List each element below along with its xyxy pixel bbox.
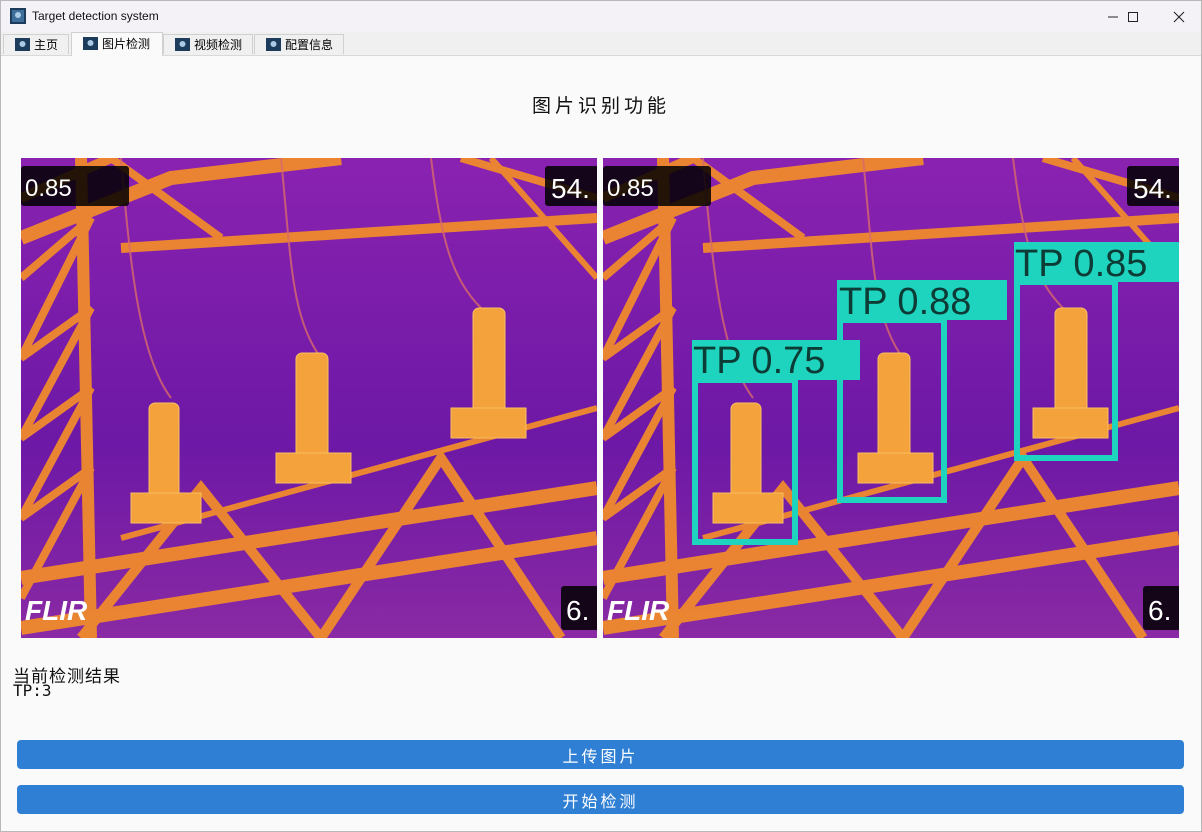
original-overlay-top-left: 0.85 <box>25 175 72 202</box>
maximize-button[interactable] <box>1111 1 1155 32</box>
tab-config-info[interactable]: 配置信息 <box>254 34 344 54</box>
detected-overlay-top-left: 0.85 <box>607 175 654 202</box>
detected-overlay-bottom-right: 6. <box>1148 595 1171 626</box>
tab-video-detection[interactable]: 视频检测 <box>163 34 253 54</box>
app-icon <box>175 38 190 51</box>
app-window: Target detection system 主页 图片检测 视频检测 配置信… <box>0 0 1202 832</box>
window-title: Target detection system <box>32 9 159 23</box>
tab-label: 主页 <box>34 38 59 52</box>
result-value: TP:3 <box>13 681 52 700</box>
app-icon <box>15 38 30 51</box>
detected-flir-logo: FLIR <box>607 595 670 626</box>
detected-image-panel: 0.85 54. 6. FLIR TP 0.75 TP 0.88 TP 0.85 <box>603 158 1179 638</box>
maximize-icon <box>1128 11 1138 22</box>
original-flir-logo: FLIR <box>25 595 88 626</box>
tab-bar: 主页 图片检测 视频检测 配置信息 <box>1 32 1201 56</box>
page-title: 图片识别功能 <box>531 95 670 117</box>
tab-home[interactable]: 主页 <box>3 34 69 54</box>
start-detection-button[interactable]: 开始检测 <box>17 785 1184 814</box>
detected-overlay-top-right: 54. <box>1133 173 1172 204</box>
original-thermal-image: 0.85 54. 6. FLIR <box>21 158 597 638</box>
tab-label: 配置信息 <box>285 38 334 52</box>
app-icon <box>10 8 26 24</box>
detected-thermal-image: 0.85 54. 6. FLIR TP 0.75 TP 0.88 TP 0.85 <box>603 158 1179 638</box>
original-image-panel: 0.85 54. 6. FLIR <box>21 158 597 638</box>
close-button[interactable] <box>1157 1 1201 32</box>
detection-label-1: TP 0.75 <box>693 340 825 382</box>
tab-label: 视频检测 <box>194 38 243 52</box>
tab-label: 图片检测 <box>102 37 151 51</box>
close-icon <box>1173 11 1185 22</box>
app-icon <box>266 38 281 51</box>
app-icon <box>83 37 98 50</box>
original-overlay-top-right: 54. <box>551 173 590 204</box>
detection-label-2: TP 0.88 <box>839 281 971 323</box>
detection-label-3: TP 0.85 <box>1015 243 1147 285</box>
original-overlay-bottom-right: 6. <box>566 595 589 626</box>
tab-image-detection[interactable]: 图片检测 <box>71 32 163 56</box>
title-bar[interactable]: Target detection system <box>1 1 1201 32</box>
upload-image-button[interactable]: 上传图片 <box>17 740 1184 769</box>
